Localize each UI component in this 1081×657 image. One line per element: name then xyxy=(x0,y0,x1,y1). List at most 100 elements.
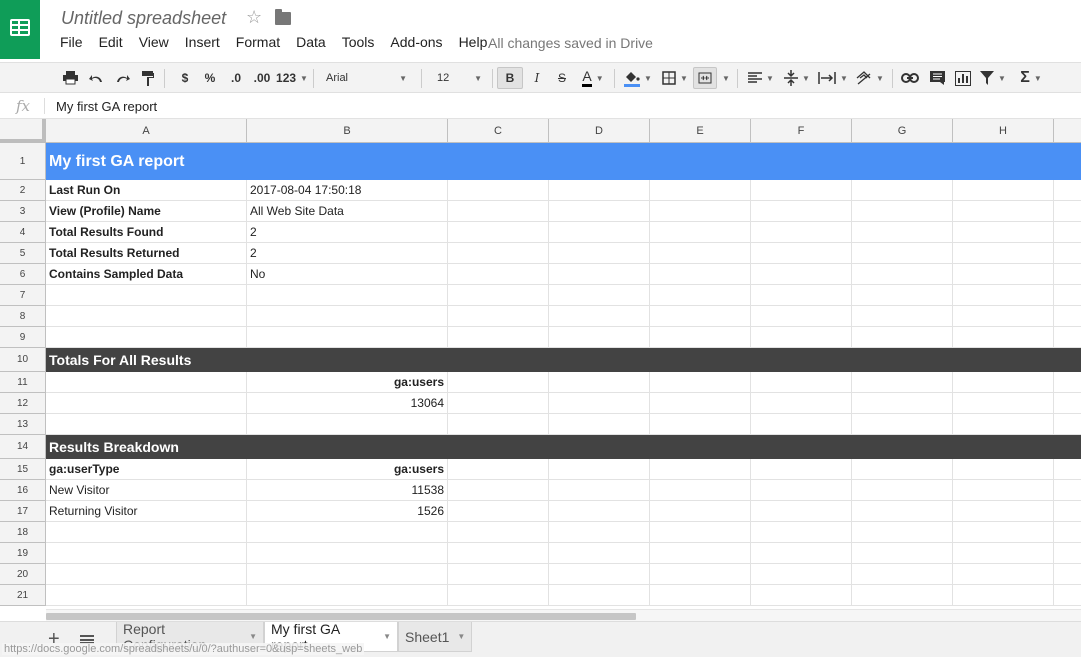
cell-i19[interactable] xyxy=(1054,543,1081,564)
cell-c11[interactable] xyxy=(448,372,549,393)
menu-format[interactable]: Format xyxy=(228,34,288,52)
cell-c20[interactable] xyxy=(448,564,549,585)
menu-view[interactable]: View xyxy=(131,34,177,52)
cell-b19[interactable] xyxy=(247,543,448,564)
cell-f17[interactable] xyxy=(751,501,852,522)
row-header[interactable]: 5 xyxy=(0,243,46,264)
cell-g2[interactable] xyxy=(852,180,953,201)
row-header[interactable]: 3 xyxy=(0,201,46,222)
cell-c5[interactable] xyxy=(448,243,549,264)
cell-h4[interactable] xyxy=(953,222,1054,243)
cell-h3[interactable] xyxy=(953,201,1054,222)
cell-i2[interactable] xyxy=(1054,180,1081,201)
row-header[interactable]: 6 xyxy=(0,264,46,285)
cell-e21[interactable] xyxy=(650,585,751,606)
row-header[interactable]: 17 xyxy=(0,501,46,522)
cell-i3[interactable] xyxy=(1054,201,1081,222)
cell-f18[interactable] xyxy=(751,522,852,543)
cell-i16[interactable] xyxy=(1054,480,1081,501)
cell-b4[interactable]: 2 xyxy=(247,222,448,243)
column-header-e[interactable]: E xyxy=(650,119,751,143)
merge-options-button[interactable]: ▼ xyxy=(718,67,730,89)
cell-e8[interactable] xyxy=(650,306,751,327)
cell-a17[interactable]: Returning Visitor xyxy=(46,501,247,522)
cell-d11[interactable] xyxy=(549,372,650,393)
cell-i6[interactable] xyxy=(1054,264,1081,285)
cell-c17[interactable] xyxy=(448,501,549,522)
cell-e7[interactable] xyxy=(650,285,751,306)
cell-b8[interactable] xyxy=(247,306,448,327)
cell-d7[interactable] xyxy=(549,285,650,306)
cell-c2[interactable] xyxy=(448,180,549,201)
cell-f12[interactable] xyxy=(751,393,852,414)
cell-c13[interactable] xyxy=(448,414,549,435)
cell-e15[interactable] xyxy=(650,459,751,480)
cell-b18[interactable] xyxy=(247,522,448,543)
sheets-logo-icon[interactable] xyxy=(0,0,40,59)
cell-b21[interactable] xyxy=(247,585,448,606)
cell-b7[interactable] xyxy=(247,285,448,306)
cell-e17[interactable] xyxy=(650,501,751,522)
cell-g6[interactable] xyxy=(852,264,953,285)
cell-e12[interactable] xyxy=(650,393,751,414)
cell-i20[interactable] xyxy=(1054,564,1081,585)
cell-h6[interactable] xyxy=(953,264,1054,285)
row-header[interactable]: 10 xyxy=(0,348,46,372)
cell-e19[interactable] xyxy=(650,543,751,564)
cell-b9[interactable] xyxy=(247,327,448,348)
cell-c3[interactable] xyxy=(448,201,549,222)
cell-g11[interactable] xyxy=(852,372,953,393)
row-header[interactable]: 2 xyxy=(0,180,46,201)
menu-tools[interactable]: Tools xyxy=(334,34,383,52)
row-header[interactable]: 15 xyxy=(0,459,46,480)
menu-insert[interactable]: Insert xyxy=(177,34,228,52)
cell-b6[interactable]: No xyxy=(247,264,448,285)
cell-g17[interactable] xyxy=(852,501,953,522)
cell-g9[interactable] xyxy=(852,327,953,348)
cell-g7[interactable] xyxy=(852,285,953,306)
section-header-cell[interactable]: Results Breakdown xyxy=(46,435,1081,459)
cell-b13[interactable] xyxy=(247,414,448,435)
cell-g20[interactable] xyxy=(852,564,953,585)
vertical-align-button[interactable]: ▼ xyxy=(781,67,813,89)
cell-d5[interactable] xyxy=(549,243,650,264)
cell-e4[interactable] xyxy=(650,222,751,243)
row-header[interactable]: 14 xyxy=(0,435,46,459)
menu-data[interactable]: Data xyxy=(288,34,334,52)
cell-a20[interactable] xyxy=(46,564,247,585)
folder-icon[interactable] xyxy=(275,9,291,25)
row-header[interactable]: 12 xyxy=(0,393,46,414)
cell-f6[interactable] xyxy=(751,264,852,285)
star-icon[interactable]: ☆ xyxy=(246,7,262,28)
cell-c15[interactable] xyxy=(448,459,549,480)
insert-link-icon[interactable] xyxy=(899,67,921,89)
cell-f5[interactable] xyxy=(751,243,852,264)
cell-e20[interactable] xyxy=(650,564,751,585)
cell-d4[interactable] xyxy=(549,222,650,243)
font-family-select[interactable]: Arial ▼ xyxy=(320,67,413,89)
cell-i13[interactable] xyxy=(1054,414,1081,435)
cell-c4[interactable] xyxy=(448,222,549,243)
row-header[interactable]: 19 xyxy=(0,543,46,564)
cell-c7[interactable] xyxy=(448,285,549,306)
column-header-d[interactable]: D xyxy=(549,119,650,143)
cell-b11[interactable]: ga:users xyxy=(247,372,448,393)
cell-h20[interactable] xyxy=(953,564,1054,585)
cell-g16[interactable] xyxy=(852,480,953,501)
cell-a13[interactable] xyxy=(46,414,247,435)
cell-d2[interactable] xyxy=(549,180,650,201)
cell-h5[interactable] xyxy=(953,243,1054,264)
cell-a18[interactable] xyxy=(46,522,247,543)
cell-a12[interactable] xyxy=(46,393,247,414)
cell-b15[interactable]: ga:users xyxy=(247,459,448,480)
sheet-tab-sheet1[interactable]: Sheet1 ▼ xyxy=(398,622,472,652)
cell-a4[interactable]: Total Results Found xyxy=(46,222,247,243)
cell-h7[interactable] xyxy=(953,285,1054,306)
row-header[interactable]: 7 xyxy=(0,285,46,306)
cell-i12[interactable] xyxy=(1054,393,1081,414)
cell-d17[interactable] xyxy=(549,501,650,522)
cell-e3[interactable] xyxy=(650,201,751,222)
cell-c9[interactable] xyxy=(448,327,549,348)
row-header[interactable]: 21 xyxy=(0,585,46,606)
cell-e18[interactable] xyxy=(650,522,751,543)
